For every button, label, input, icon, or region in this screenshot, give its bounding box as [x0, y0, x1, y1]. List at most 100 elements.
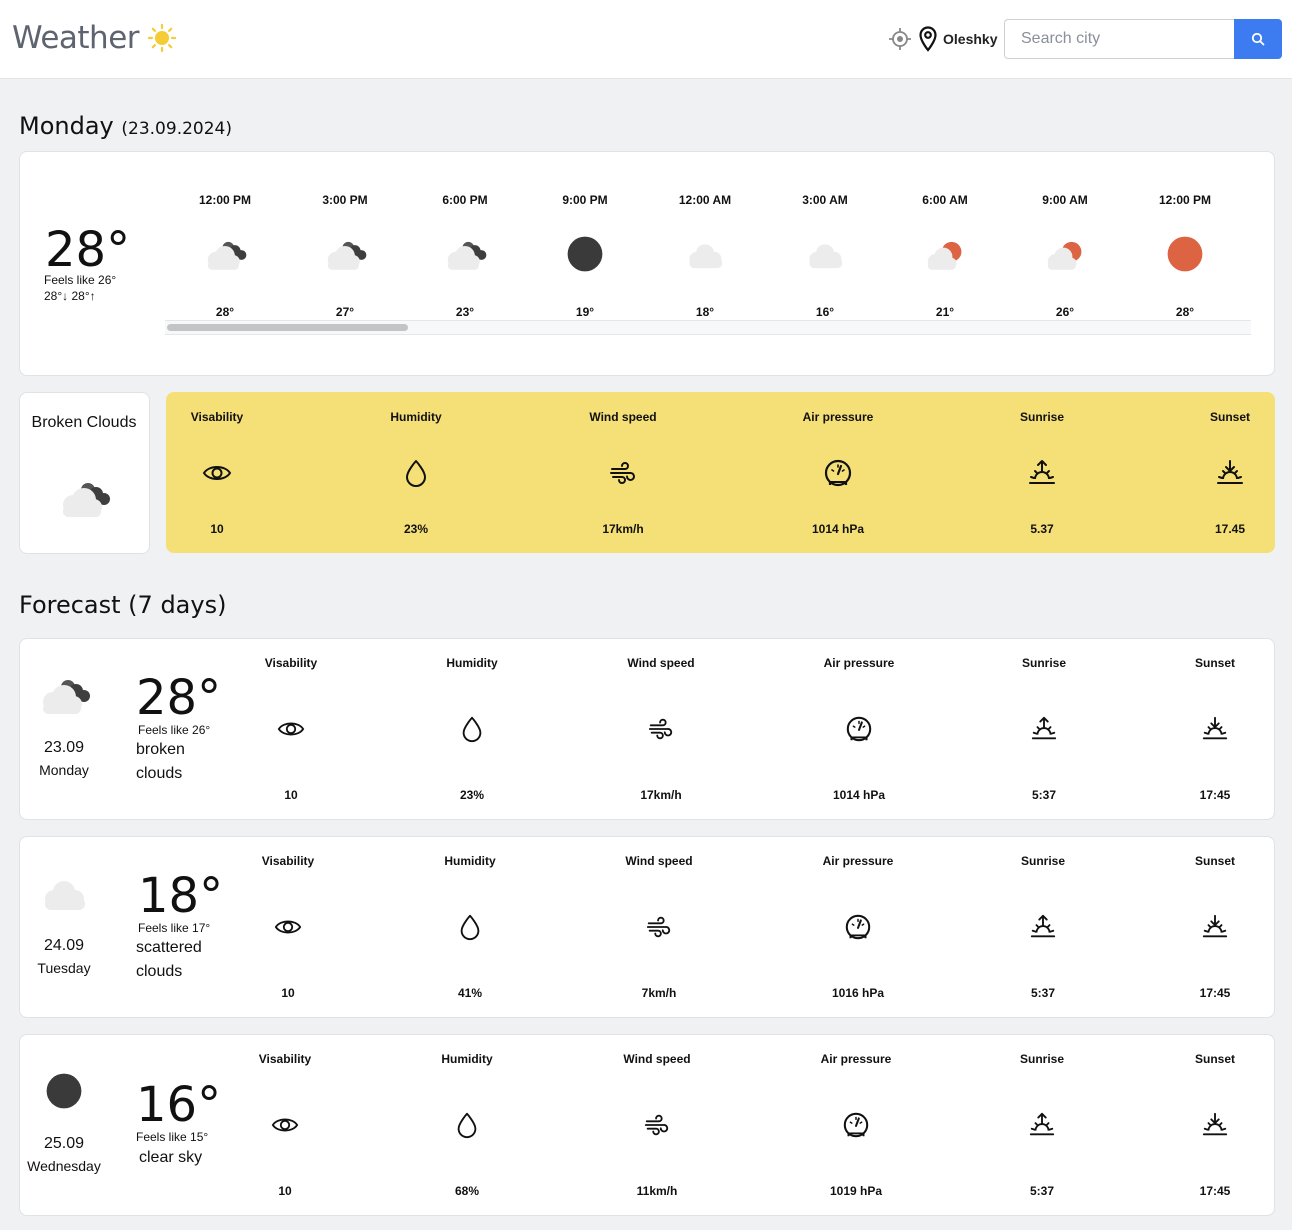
- stat-label: Visability: [261, 854, 315, 868]
- sun-logo-icon: [147, 23, 177, 53]
- forecast-stat-sunset: Sunset 17:45: [1165, 1035, 1265, 1215]
- forecast-stat-sunrise: Sunrise 5:37: [994, 639, 1094, 819]
- stat-wind-speed: Wind speed 17km/h: [573, 392, 673, 553]
- today-heading: Monday (23.09.2024): [19, 112, 232, 140]
- current-weather-card: 28° Feels like 26° 28°↓ 28°↑ 12:00 PM 28…: [19, 151, 1275, 376]
- stat-value: 17:45: [1199, 788, 1231, 802]
- stat-value: 5:37: [1031, 788, 1057, 802]
- forecast-stat-sunrise: Sunrise 5:37: [993, 837, 1093, 1017]
- search-button[interactable]: [1234, 19, 1282, 59]
- forecast-description-line1: broken: [136, 741, 185, 758]
- weather-description: Broken Clouds: [31, 414, 137, 431]
- gauge-icon: [842, 1111, 870, 1139]
- droplet-icon: [458, 715, 486, 743]
- hour-temp: 27°: [335, 305, 355, 319]
- hourly-item: 9:00 AM 26°: [1005, 152, 1125, 342]
- forecast-stat-wind-speed: Wind speed 17km/h: [611, 639, 711, 819]
- broken-clouds-icon: [442, 232, 488, 278]
- stat-value: 5:37: [1030, 986, 1056, 1000]
- search-city-input[interactable]: [1004, 19, 1235, 59]
- app-title: Weather: [12, 20, 140, 56]
- current-min-max: 28°↓ 28°↑: [44, 289, 96, 303]
- stat-humidity: Humidity 23%: [366, 392, 466, 553]
- hour-temp: 18°: [695, 305, 715, 319]
- forecast-stat-visibility: Visability 10: [235, 1035, 335, 1215]
- forecast-heading: Forecast (7 days): [19, 591, 227, 619]
- stat-label: Sunset: [1209, 410, 1250, 424]
- forecast-temperature: 16°: [136, 1077, 222, 1133]
- hourly-item: 12:00 PM 28°: [165, 152, 285, 342]
- stat-label: Air pressure: [820, 1052, 892, 1066]
- stat-label: Humidity: [441, 1052, 493, 1066]
- gauge-icon: [823, 458, 853, 488]
- stat-value: 5.37: [1030, 522, 1054, 536]
- stat-label: Air pressure: [822, 854, 894, 868]
- app-logo[interactable]: Weather: [12, 20, 177, 56]
- hour-temp: 28°: [215, 305, 235, 319]
- stat-label: Sunrise: [1019, 410, 1064, 424]
- partly-cloudy-day-icon: [922, 232, 968, 278]
- wind-icon: [645, 913, 673, 941]
- forecast-day-card: 23.09 Monday 28° Feels like 26° broken c…: [19, 638, 1275, 820]
- hour-temp: 19°: [575, 305, 595, 319]
- hour-temp: 16°: [815, 305, 835, 319]
- stat-value: 5:37: [1029, 1184, 1055, 1198]
- cloud-icon: [36, 873, 92, 915]
- stat-label: Air pressure: [802, 410, 874, 424]
- stat-value: 1014 hPa: [811, 522, 865, 536]
- stat-value: 10: [278, 1184, 292, 1198]
- weather-description-card: Broken Clouds: [19, 392, 150, 554]
- stat-label: Humidity: [390, 410, 442, 424]
- broken-clouds-icon: [56, 479, 112, 519]
- droplet-icon: [401, 458, 431, 488]
- hourly-item: 6:00 PM 23°: [405, 152, 525, 342]
- today-day-name: Monday: [19, 112, 114, 140]
- eye-icon: [277, 715, 305, 743]
- eye-icon: [271, 1111, 299, 1139]
- hourly-item: 3:00 AM 16°: [765, 152, 885, 342]
- forecast-day-card: 25.09 Wednesday 16° Feels like 15° clear…: [19, 1034, 1275, 1216]
- clear-night-icon: [565, 234, 605, 274]
- forecast-stat-air-pressure: Air pressure 1014 hPa: [804, 639, 914, 819]
- forecast-stat-humidity: Humidity 41%: [420, 837, 520, 1017]
- stat-air-pressure: Air pressure 1014 hPa: [783, 392, 893, 553]
- clear-night-icon: [44, 1071, 84, 1111]
- hour-temp: 21°: [935, 305, 955, 319]
- forecast-description-line1: clear sky: [139, 1149, 203, 1166]
- forecast-feels-like: Feels like 17°: [138, 921, 211, 935]
- today-stats-panel: Visability 10 Humidity 23% Wind speed 17…: [166, 392, 1275, 553]
- forecast-date: 23.09: [43, 739, 85, 756]
- stat-value: 1019 hPa: [829, 1184, 883, 1198]
- hour-time: 9:00 AM: [1042, 193, 1088, 207]
- forecast-stat-air-pressure: Air pressure 1016 hPa: [803, 837, 913, 1017]
- hourly-scrollbar[interactable]: [165, 320, 1251, 335]
- forecast-day-name: Monday: [39, 762, 89, 778]
- forecast-stat-wind-speed: Wind speed 7km/h: [609, 837, 709, 1017]
- forecast-stat-humidity: Humidity 68%: [417, 1035, 517, 1215]
- gauge-icon: [845, 715, 873, 743]
- hourly-forecast[interactable]: 12:00 PM 28° 3:00 PM 27° 6:00 PM 23° 9:0…: [165, 152, 1251, 342]
- stat-value: 11km/h: [636, 1184, 678, 1198]
- sunrise-icon: [1028, 1111, 1056, 1139]
- forecast-stat-air-pressure: Air pressure 1019 hPa: [801, 1035, 911, 1215]
- stat-label: Humidity: [446, 656, 498, 670]
- hour-time: 9:00 PM: [562, 193, 608, 207]
- stat-sunset: Sunset 17.45: [1180, 392, 1280, 553]
- hour-temp: 28°: [1175, 305, 1195, 319]
- crosshair-locate-icon[interactable]: [888, 27, 912, 51]
- current-city: Oleshky: [943, 31, 998, 47]
- hour-time: 12:00 AM: [678, 193, 732, 207]
- hourly-scrollbar-thumb[interactable]: [167, 324, 408, 331]
- sunset-icon: [1201, 1111, 1229, 1139]
- forecast-day-name: Tuesday: [37, 960, 91, 976]
- hour-temp: 26°: [1055, 305, 1075, 319]
- sunset-icon: [1201, 715, 1229, 743]
- stat-label: Visability: [258, 1052, 312, 1066]
- sunset-icon: [1215, 458, 1245, 488]
- forecast-stat-sunset: Sunset 17:45: [1165, 639, 1265, 819]
- hour-temp: 23°: [455, 305, 475, 319]
- stat-value: 10: [210, 522, 224, 536]
- stat-value: 17:45: [1199, 1184, 1231, 1198]
- hour-time: 6:00 AM: [922, 193, 968, 207]
- stat-value: 41%: [457, 986, 483, 1000]
